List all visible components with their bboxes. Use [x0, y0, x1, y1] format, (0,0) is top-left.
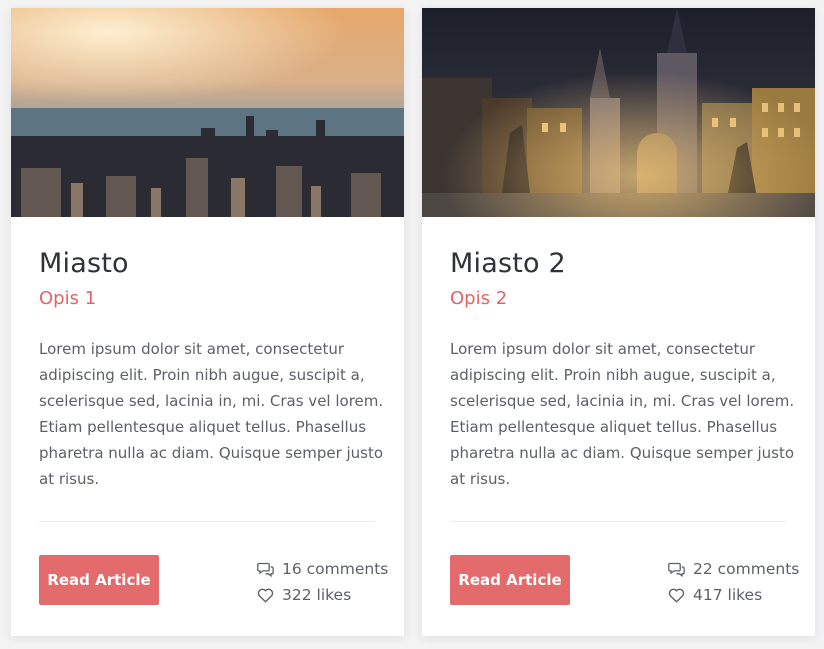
comments-count: 22 comments — [693, 560, 800, 578]
card-stats: 22 comments 417 likes — [668, 556, 799, 608]
heart-icon — [668, 588, 685, 602]
card-stats: 16 comments 322 likes — [257, 556, 388, 608]
heart-icon — [257, 588, 274, 602]
comments-count: 16 comments — [282, 560, 389, 578]
likes-count: 417 likes — [693, 586, 763, 604]
card-subtitle: Opis 1 — [39, 288, 97, 309]
card-title: Miasto — [39, 248, 129, 279]
card-body: Lorem ipsum dolor sit amet, consectetur … — [450, 340, 795, 488]
article-card: Miasto 2 Opis 2 Lorem ipsum dolor sit am… — [422, 8, 815, 636]
article-card: Miasto Opis 1 Lorem ipsum dolor sit amet… — [11, 8, 404, 636]
comments-icon — [257, 562, 274, 577]
read-article-button[interactable]: Read Article — [450, 555, 570, 605]
divider — [39, 521, 375, 522]
comments-stat: 22 comments — [668, 556, 799, 582]
card-image — [11, 8, 404, 217]
card-subtitle: Opis 2 — [450, 288, 508, 309]
card-body: Lorem ipsum dolor sit amet, consectetur … — [39, 340, 384, 488]
card-image — [422, 8, 815, 217]
card-title: Miasto 2 — [450, 248, 566, 279]
comments-stat: 16 comments — [257, 556, 388, 582]
likes-count: 322 likes — [282, 586, 352, 604]
likes-stat: 417 likes — [668, 582, 799, 608]
likes-stat: 322 likes — [257, 582, 388, 608]
read-article-button[interactable]: Read Article — [39, 555, 159, 605]
comments-icon — [668, 562, 685, 577]
divider — [450, 521, 786, 522]
